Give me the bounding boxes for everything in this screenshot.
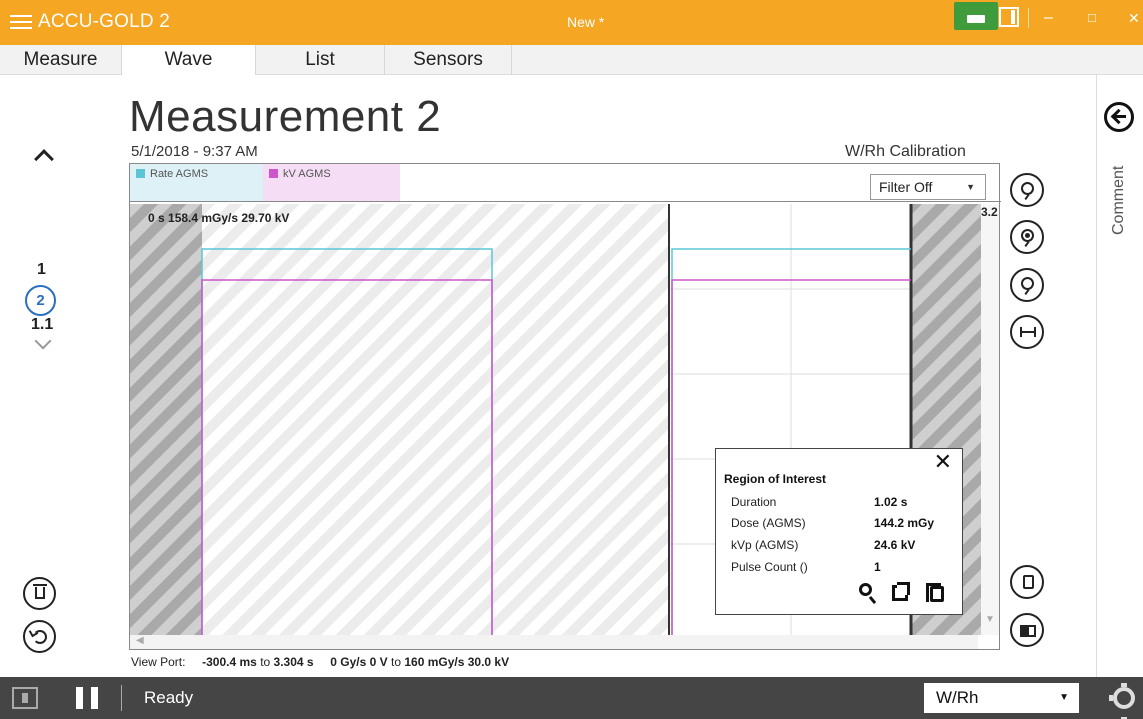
zoom-in-dot [1025, 233, 1030, 238]
viewport-y-from: 0 Gy/s 0 V [330, 655, 388, 669]
tab-list[interactable]: List [256, 45, 385, 75]
hatched-region [202, 204, 669, 635]
roi-title: Region of Interest [724, 472, 827, 486]
chevron-down-icon[interactable] [34, 332, 52, 350]
chart-legend: Rate AGMS kV AGMS Filter Off ▼ [130, 164, 1001, 202]
viewport-y-to-word: to [390, 655, 401, 669]
page-title: Measurement 2 [129, 92, 442, 141]
scroll-down-icon[interactable]: ▼ [985, 614, 995, 625]
measurement-item-1-1[interactable]: 1.1 [31, 316, 53, 334]
zoom-button[interactable] [1010, 173, 1044, 207]
viewport-y-to: 160 mGy/s 30.0 kV [404, 655, 510, 669]
roi-value-pulse-count: 1 [874, 560, 881, 574]
device-connected-icon[interactable] [954, 2, 998, 30]
open-external-icon[interactable] [892, 582, 910, 601]
roi-label-duration: Duration [731, 495, 777, 509]
gear-icon[interactable] [1109, 683, 1143, 719]
roi-value-duration: 1.02 s [874, 495, 908, 509]
status-bar: Ready W/Rh ▼ [0, 677, 1143, 719]
vertical-scrollbar[interactable] [981, 204, 999, 635]
back-arrow-icon[interactable] [1104, 102, 1134, 132]
units-value: W/Rh [936, 688, 979, 707]
tab-wave[interactable]: Wave [122, 45, 256, 75]
roi-value-dose: 144.2 mGy [874, 516, 935, 530]
roi-label-pulse-count: Pulse Count () [731, 560, 808, 574]
magnifier-icon [1021, 182, 1034, 195]
region-of-interest-panel: ✕ Region of Interest Duration 1.02 s Dos… [715, 448, 963, 615]
document-title: New * [567, 14, 605, 30]
zoom-in-button[interactable] [1010, 220, 1044, 254]
status-separator [121, 685, 122, 711]
excel-icon [1020, 625, 1036, 637]
delete-button[interactable] [23, 577, 56, 610]
copy-chart-button[interactable] [1010, 565, 1044, 599]
horizontal-scrollbar[interactable]: ◀ [130, 635, 978, 649]
legend-item-rate[interactable]: Rate AGMS [130, 164, 263, 201]
zoom-to-roi-icon[interactable] [859, 583, 872, 596]
legend-label-rate: Rate AGMS [150, 168, 209, 180]
app-title: ACCU-GOLD 2 [38, 11, 171, 32]
chevron-up-icon[interactable] [34, 149, 54, 169]
roi-label-kvp: kVp (AGMS) [731, 538, 799, 552]
titlebar-separator [1028, 8, 1029, 28]
scroll-left-icon[interactable]: ◀ [136, 635, 144, 646]
chevron-down-icon: ▼ [1059, 692, 1069, 703]
roi-close-button[interactable]: ✕ [934, 449, 952, 475]
filter-value: Filter Off [879, 179, 933, 195]
panel-toggle-icon[interactable] [999, 7, 1019, 27]
pause-icon[interactable] [76, 687, 98, 709]
right-edge-readout: 3.2 [981, 205, 998, 219]
rate-swatch [136, 169, 145, 178]
fit-width-icon [1020, 327, 1036, 337]
status-text: Ready [144, 688, 194, 707]
title-bar: ACCU-GOLD 2 New * – □ ✕ [0, 0, 1143, 45]
measurement-timestamp: 5/1/2018 - 9:37 AM [131, 143, 258, 160]
maximize-button[interactable]: □ [1088, 8, 1096, 28]
trash-icon [33, 584, 47, 599]
tab-sensors[interactable]: Sensors [385, 45, 512, 75]
units-dropdown[interactable]: W/Rh ▼ [924, 683, 1079, 713]
hamburger-menu-icon[interactable] [10, 11, 32, 33]
filter-dropdown[interactable]: Filter Off ▼ [870, 174, 986, 200]
legend-label-kv: kV AGMS [283, 168, 331, 180]
tab-bar: Measure Wave List Sensors [0, 45, 1143, 75]
comment-panel-toggle[interactable]: Comment [1110, 166, 1128, 235]
roi-value-kvp: 24.6 kV [874, 538, 916, 552]
measurement-item-current[interactable]: 2 [25, 285, 56, 316]
roi-label-dose: Dose (AGMS) [731, 516, 806, 530]
legend-item-kv[interactable]: kV AGMS [263, 164, 400, 201]
close-button[interactable]: ✕ [1128, 8, 1140, 28]
copy-icon[interactable] [926, 583, 944, 602]
excluded-region-left [130, 204, 202, 635]
comment-panel-divider [1096, 75, 1097, 677]
viewport-label: View Port: [131, 655, 186, 669]
cursor-readout: 0 s 158.4 mGy/s 29.70 kV [148, 211, 290, 225]
usb-device-icon[interactable] [12, 687, 38, 709]
export-excel-button[interactable] [1010, 613, 1044, 647]
undo-button[interactable] [23, 620, 56, 653]
measurement-item-1[interactable]: 1 [37, 261, 46, 279]
fit-to-window-button[interactable] [1010, 315, 1044, 349]
chevron-down-icon: ▼ [966, 182, 975, 192]
calibration-label: W/Rh Calibration [845, 143, 966, 160]
tab-measure[interactable]: Measure [0, 45, 122, 75]
kv-swatch [269, 169, 278, 178]
minimize-button[interactable]: – [1044, 8, 1053, 28]
copy-icon [1023, 575, 1034, 589]
viewport-info: View Port: -300.4 ms to 3.304 s 0 Gy/s 0… [131, 655, 509, 669]
viewport-x-to: 3.304 s [273, 655, 314, 669]
undo-icon [33, 630, 47, 644]
viewport-x-to-word: to [260, 655, 271, 669]
zoom-out-button[interactable] [1010, 268, 1044, 302]
app-window: ACCU-GOLD 2 New * – □ ✕ Measure Wave Lis… [0, 0, 1143, 719]
viewport-x-from: -300.4 ms [202, 655, 257, 669]
zoom-out-icon [1021, 277, 1034, 290]
